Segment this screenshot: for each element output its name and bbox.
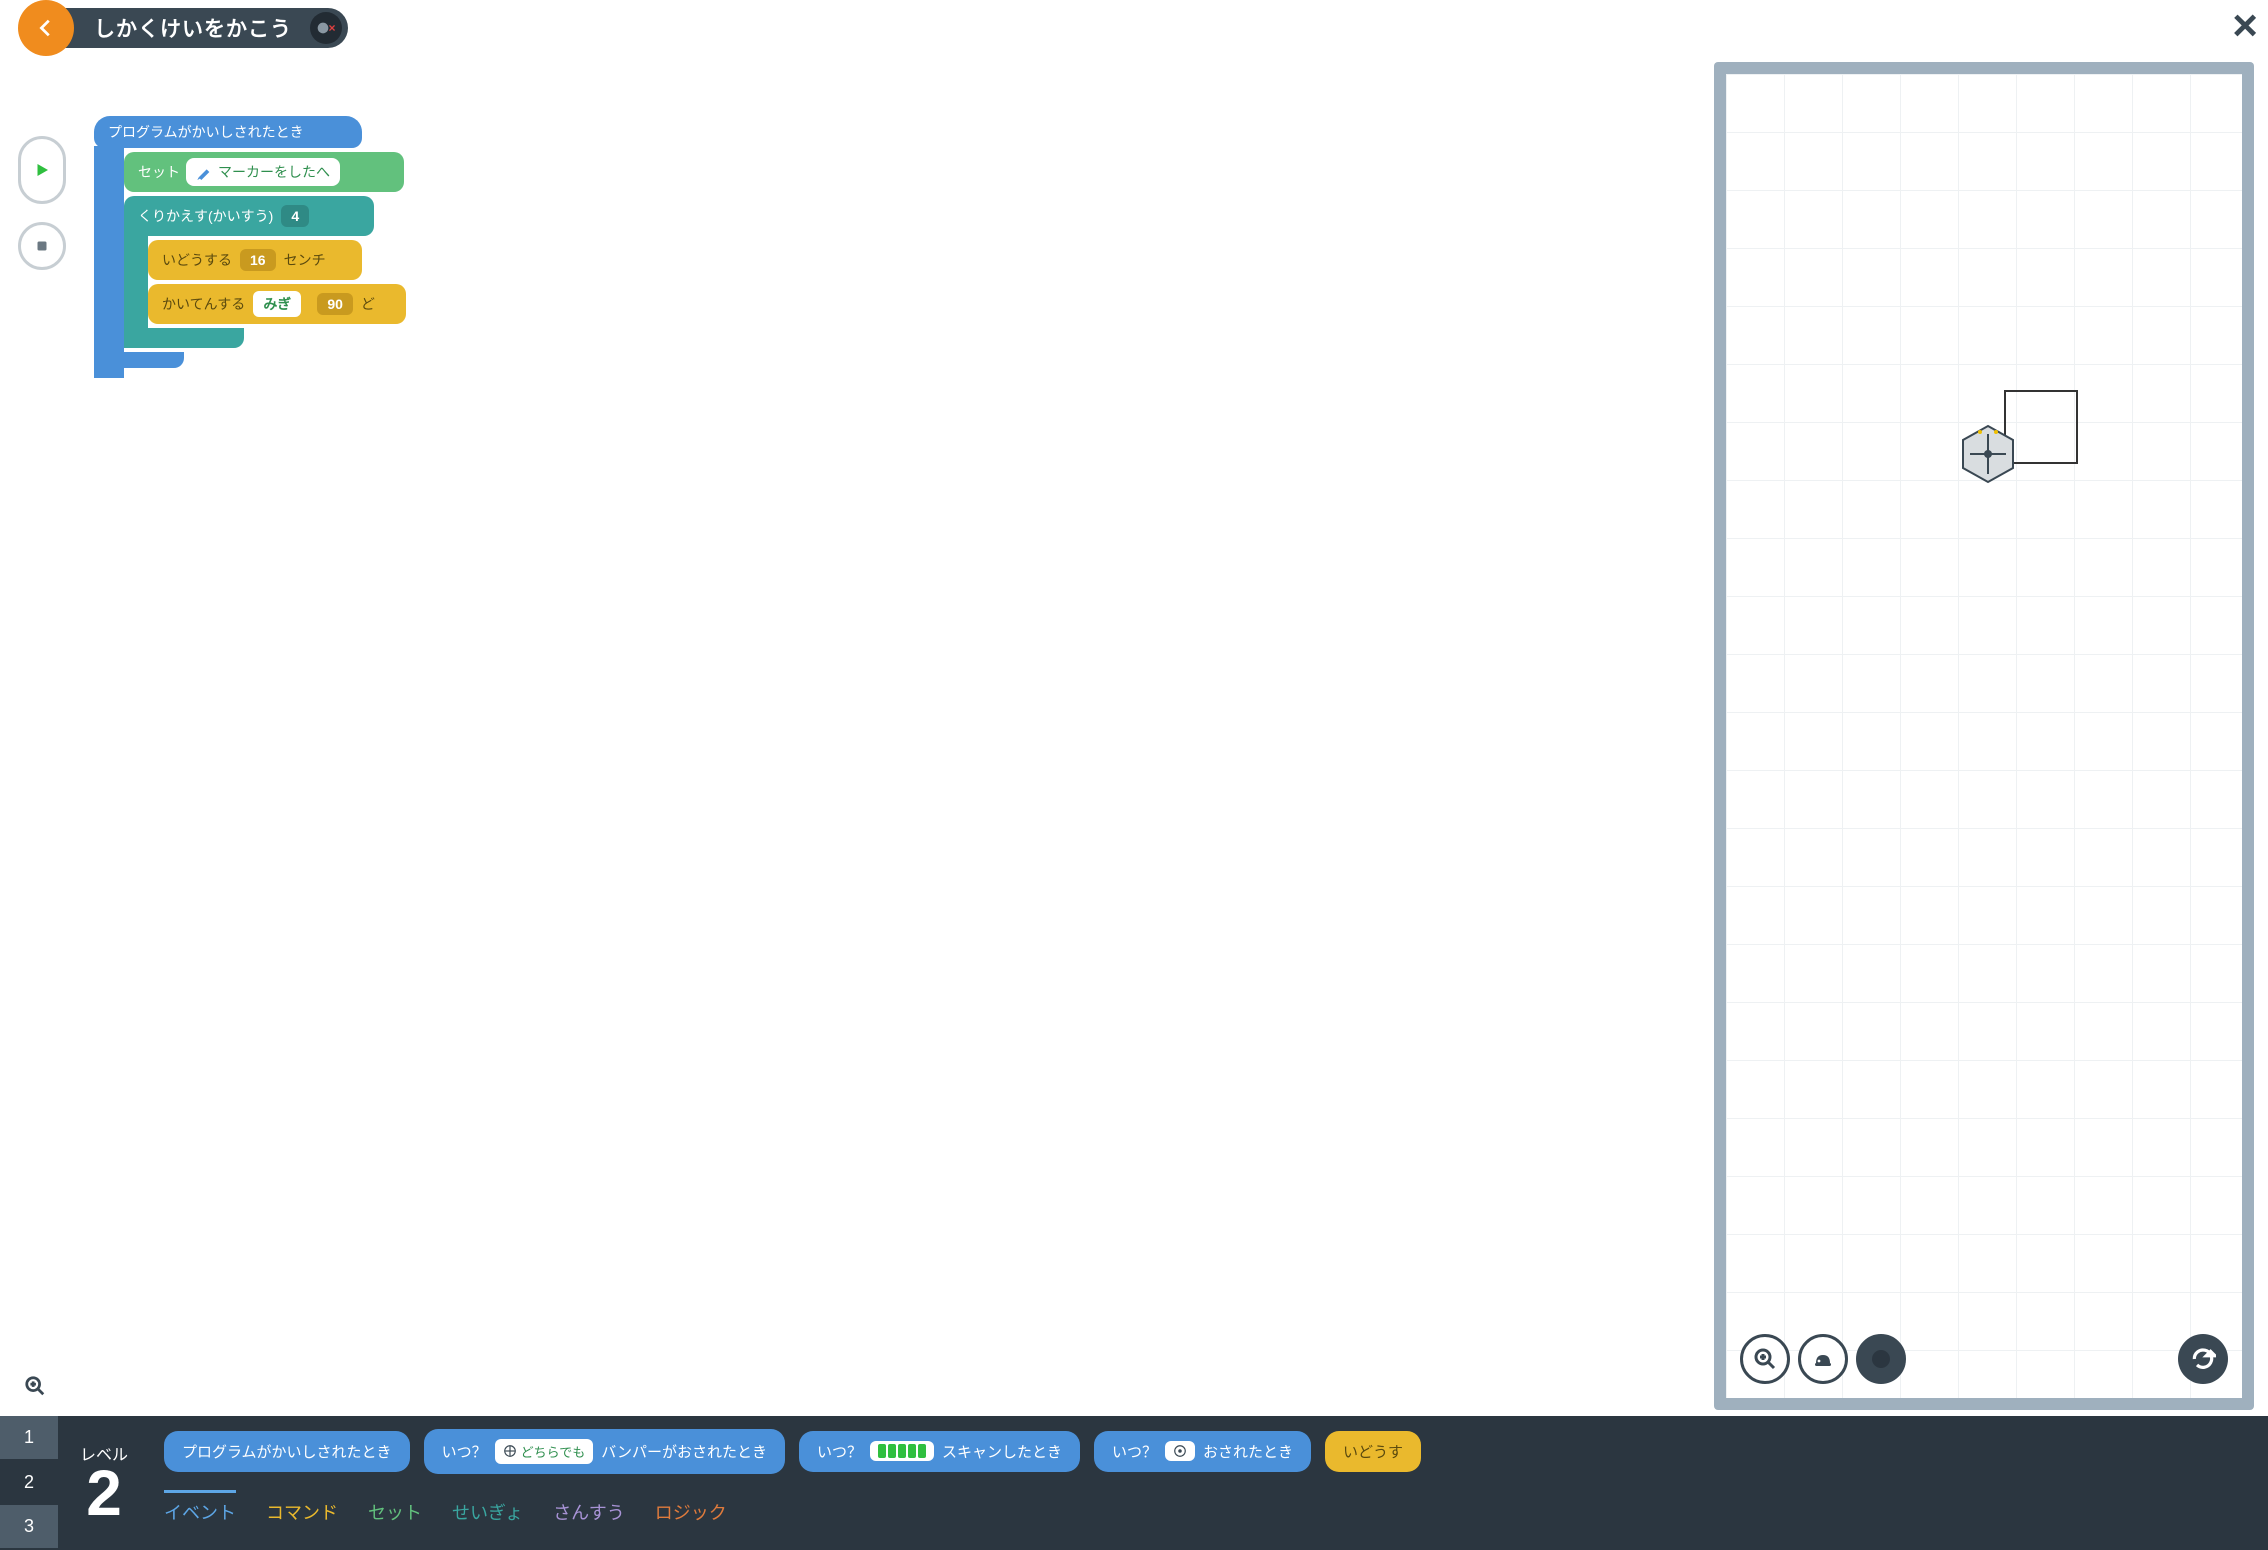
repeat-label: くりかえす(かいすう) <box>138 206 273 226</box>
turn-degrees[interactable]: 90 <box>317 293 353 315</box>
block-workspace[interactable]: プログラムがかいしされたとき セット マーカーをしたへ くりかえす(かいすう) … <box>0 56 1708 1416</box>
connection-x-icon: × <box>328 21 336 35</box>
connection-badge[interactable]: × <box>310 12 342 44</box>
stage-zoom-button[interactable] <box>1740 1334 1790 1384</box>
stop-button[interactable] <box>18 222 66 270</box>
move-value[interactable]: 16 <box>240 249 276 271</box>
back-button[interactable] <box>18 0 74 56</box>
repeat-end[interactable] <box>124 328 244 348</box>
repeat-count[interactable]: 4 <box>281 205 309 227</box>
level-tab-1[interactable]: 1 <box>0 1416 58 1461</box>
move-block[interactable]: いどうする 16 センチ <box>148 240 362 280</box>
move-label-pre: いどうする <box>162 250 232 270</box>
turn-block[interactable]: かいてんする みぎ 90 ど <box>148 284 406 324</box>
palette-block-scan[interactable]: いつ？ スキャンしたとき <box>799 1431 1080 1472</box>
close-button[interactable]: × <box>2232 4 2258 48</box>
category-event[interactable]: イベント <box>164 1490 236 1525</box>
hat-label: プログラムがかいしされたとき <box>108 122 304 142</box>
hat-c-column <box>94 146 124 378</box>
set-label: セット <box>138 162 180 182</box>
set-marker-pill[interactable]: マーカーをしたへ <box>186 158 340 186</box>
stage-speed-button[interactable] <box>1798 1334 1848 1384</box>
level-tab-2[interactable]: 2 <box>0 1461 58 1506</box>
palette-block-move[interactable]: いどうす <box>1325 1431 1421 1472</box>
category-logic[interactable]: ロジック <box>655 1490 727 1525</box>
category-control[interactable]: せいぎょ <box>452 1490 523 1525</box>
touch-icon <box>1173 1444 1187 1458</box>
hat-end[interactable] <box>94 352 184 368</box>
turn-label-post: ど <box>361 294 375 314</box>
turn-direction[interactable]: みぎ <box>253 291 301 317</box>
level-number: 2 <box>86 1461 122 1525</box>
palette-block-bumper[interactable]: いつ？ どちらでも バンパーがおされたとき <box>424 1429 785 1474</box>
set-block[interactable]: セット マーカーをしたへ <box>124 152 404 192</box>
page-title: しかくけいをかこう <box>94 13 292 43</box>
block-stack[interactable]: プログラムがかいしされたとき セット マーカーをしたへ くりかえす(かいすう) … <box>94 116 406 368</box>
play-button[interactable] <box>18 136 66 204</box>
level-tab-3[interactable]: 3 <box>0 1505 58 1550</box>
move-label-post: センチ <box>284 250 326 270</box>
block-palette: プログラムがかいしされたとき いつ？ どちらでも バンパーがおされたとき いつ？… <box>150 1416 2268 1550</box>
marker-icon <box>196 164 212 180</box>
category-math[interactable]: さんすう <box>553 1490 625 1525</box>
stage-color-button[interactable] <box>1856 1334 1906 1384</box>
palette-block-touch[interactable]: いつ？ おされたとき <box>1094 1431 1311 1472</box>
hat-block[interactable]: プログラムがかいしされたとき <box>94 116 362 148</box>
stage-reset-button[interactable] <box>2178 1334 2228 1384</box>
category-tabs: イベント コマンド セット せいぎょ さんすう ロジック <box>164 1490 2254 1525</box>
category-command[interactable]: コマンド <box>266 1490 338 1525</box>
workspace-zoom-button[interactable] <box>24 1375 46 1402</box>
category-set[interactable]: セット <box>368 1490 422 1525</box>
turn-label-pre: かいてんする <box>162 294 245 314</box>
stage-panel <box>1714 62 2254 1410</box>
bottom-panel: 1 2 3 レベル 2 プログラムがかいしされたとき いつ？ どちらでも バンパ… <box>0 1416 2268 1550</box>
level-tabs: 1 2 3 <box>0 1416 58 1550</box>
page-title-bar: しかくけいをかこう × <box>46 8 348 48</box>
set-pill-text: マーカーをしたへ <box>218 162 330 182</box>
robot-sprite[interactable] <box>1958 424 2018 484</box>
repeat-block[interactable]: くりかえす(かいすう) 4 <box>124 196 374 236</box>
palette-block-program-start[interactable]: プログラムがかいしされたとき <box>164 1431 410 1472</box>
level-indicator: レベル 2 <box>58 1416 150 1550</box>
stage-canvas[interactable] <box>1726 74 2242 1398</box>
bumper-icon <box>503 1444 517 1458</box>
